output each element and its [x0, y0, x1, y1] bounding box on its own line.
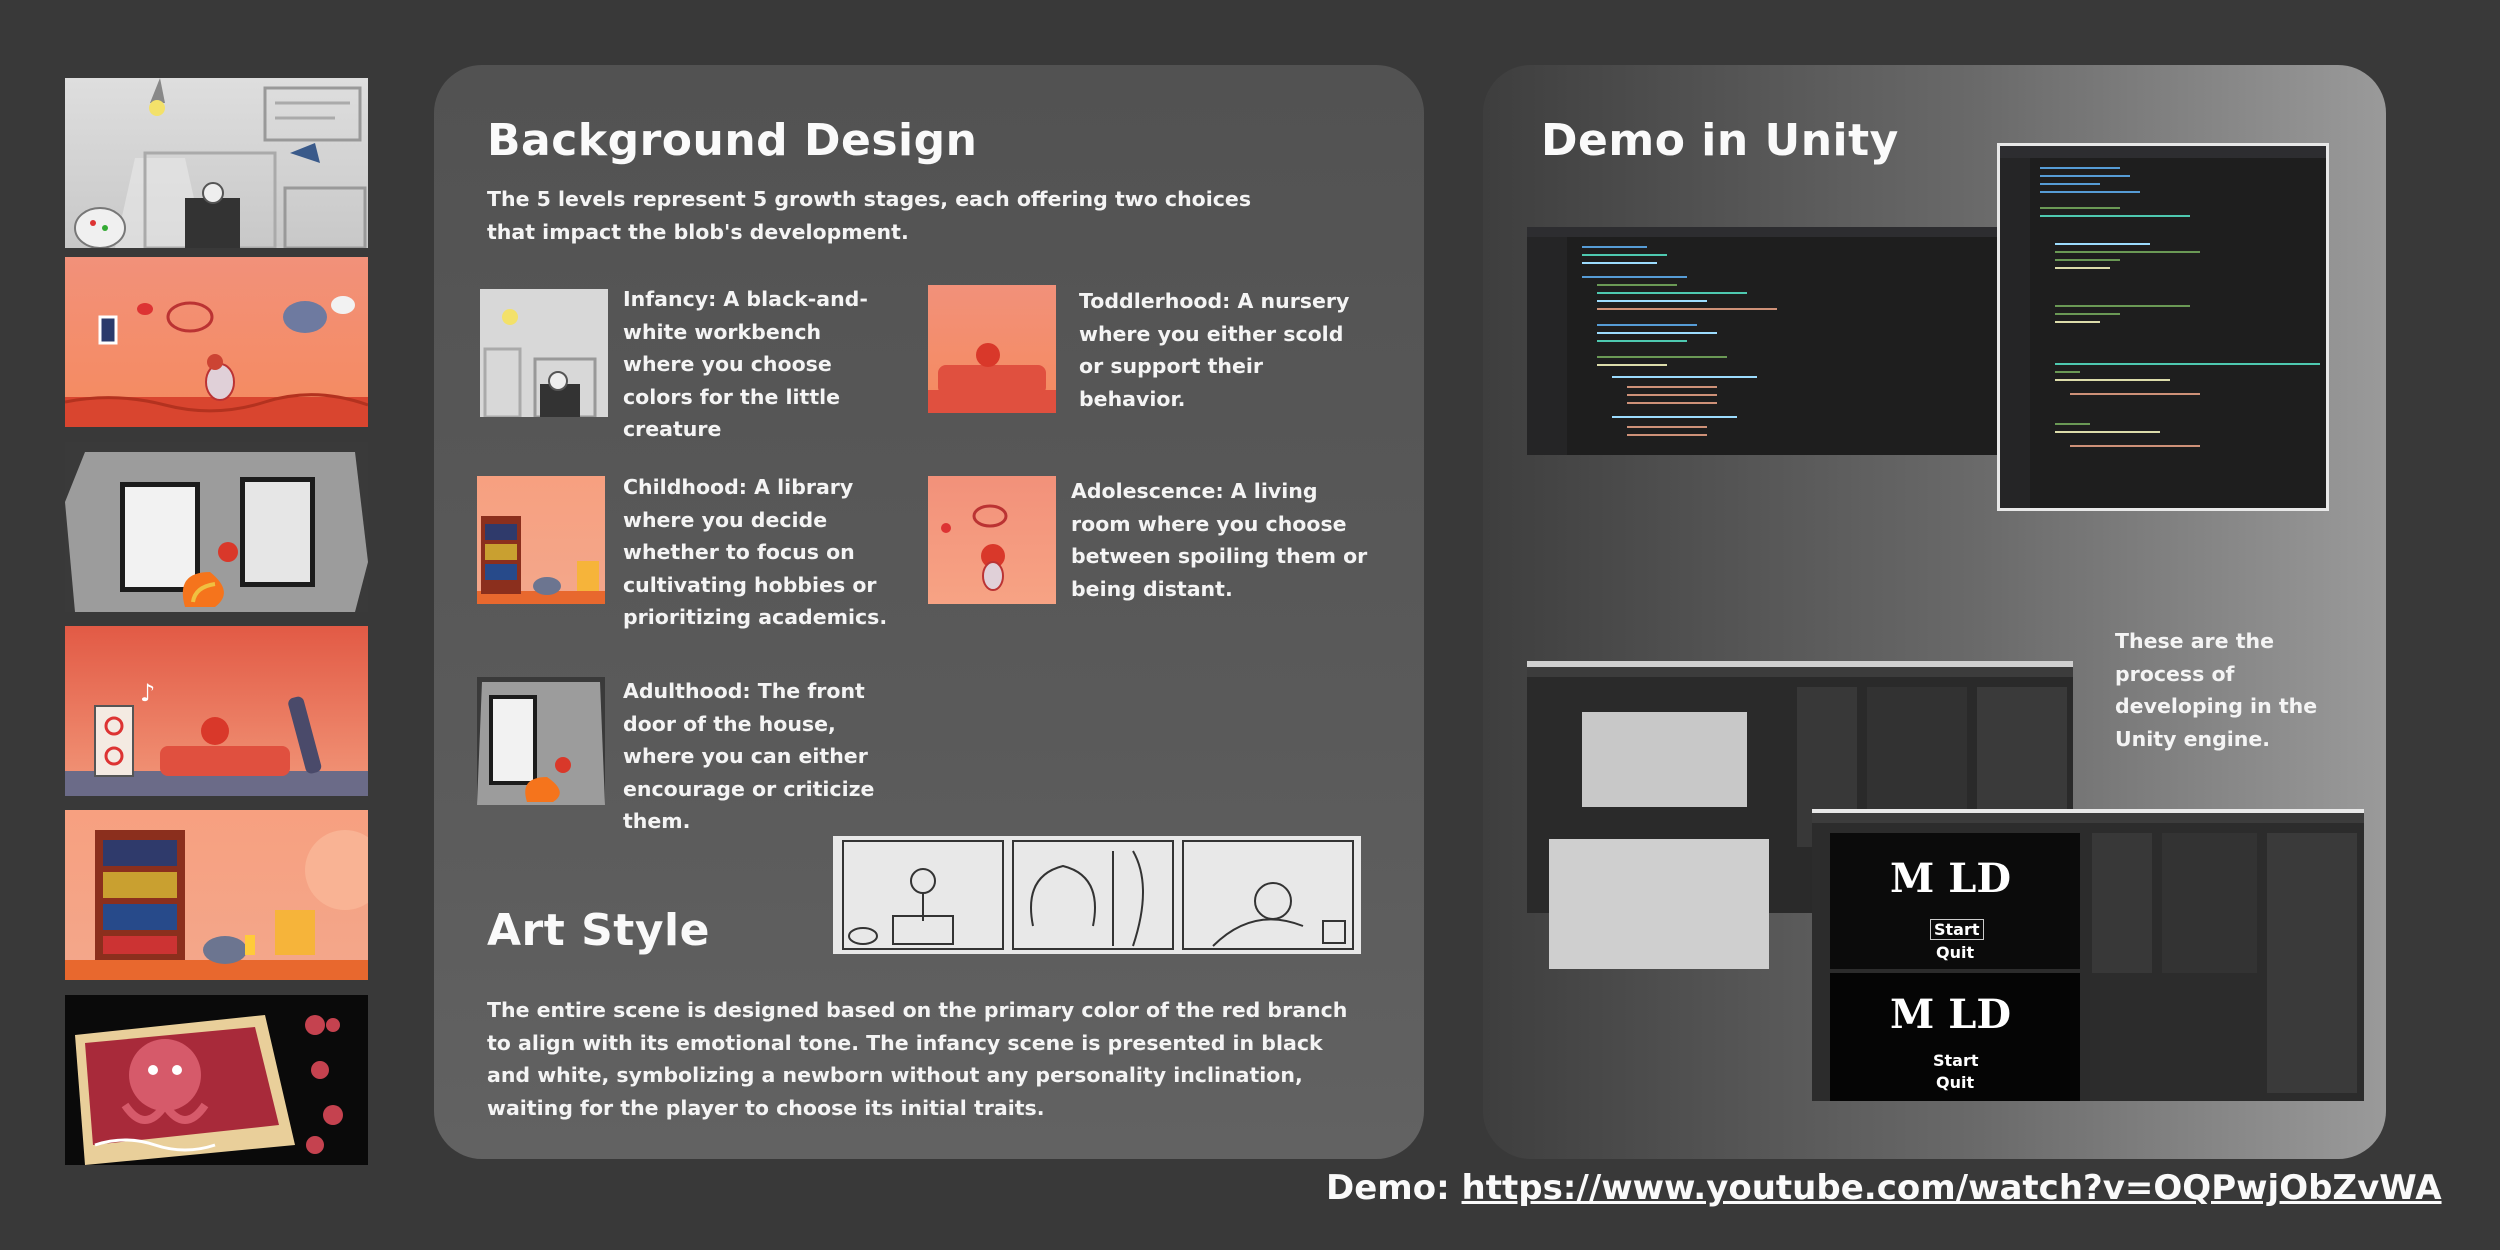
game-title-screen-2: M LD Start Quit — [1830, 973, 2080, 1101]
background-design-intro: The 5 levels represent 5 growth stages, … — [487, 187, 1252, 244]
thumbnail-infancy — [65, 78, 368, 248]
stage-infancy-text: Infancy: A black-and-white workbench whe… — [623, 287, 868, 441]
background-design-panel: Background Design The 5 levels represent… — [434, 65, 1424, 1159]
stage-childhood-text: Childhood: A library where you decide wh… — [623, 475, 888, 629]
thumbnail-toddlerhood — [65, 257, 368, 427]
code-editor-zoom-screenshot — [1997, 143, 2329, 511]
svg-text:♪: ♪ — [140, 679, 155, 707]
game-title-2: M LD — [1890, 991, 2012, 1038]
thumbnail-adolescence: ♪ — [65, 626, 368, 796]
demo-url-link[interactable]: https://www.youtube.com/watch?v=OQPwjObZ… — [1462, 1168, 2442, 1208]
quit-option-2[interactable]: Quit — [1936, 1073, 1974, 1092]
demo-label: Demo: — [1326, 1168, 1462, 1208]
thumbnail-library — [65, 810, 368, 980]
stage-childhood-image — [477, 476, 605, 604]
stage-adulthood-text: Adulthood: The front door of the house, … — [623, 679, 875, 833]
game-title-screen-1: M LD Start Quit — [1830, 833, 2080, 969]
unity-game-screenshot: M LD Start Quit M LD Start Quit — [1812, 809, 2364, 1101]
stage-infancy-image — [480, 289, 608, 417]
demo-unity-title: Demo in Unity — [1541, 115, 1899, 166]
quit-option-1[interactable]: Quit — [1936, 943, 1974, 962]
art-style-sketches — [833, 836, 1361, 954]
stage-toddlerhood-text: Toddlerhood: A nursery where you either … — [1079, 289, 1350, 411]
art-style-text: The entire scene is designed based on th… — [487, 998, 1348, 1120]
art-style-title: Art Style — [487, 905, 710, 956]
start-option-2[interactable]: Start — [1933, 1051, 1979, 1070]
demo-unity-panel: Demo in Unity These are the process of d… — [1483, 65, 2386, 1159]
stage-adolescence-image — [928, 476, 1056, 604]
game-title-1: M LD — [1890, 855, 2012, 902]
stage-toddlerhood-image — [928, 285, 1056, 413]
background-design-title: Background Design — [487, 115, 978, 166]
stage-adulthood-image — [477, 677, 605, 805]
thumbnail-childhood — [65, 442, 368, 612]
start-option-1[interactable]: Start — [1930, 919, 1984, 940]
demo-unity-note: These are the process of developing in t… — [2115, 629, 2318, 751]
stage-adolescence-text: Adolescence: A living room where you cho… — [1071, 479, 1368, 601]
thumbnail-monster-art — [65, 995, 368, 1165]
demo-link-line: Demo: https://www.youtube.com/watch?v=OQ… — [1326, 1168, 2442, 1208]
